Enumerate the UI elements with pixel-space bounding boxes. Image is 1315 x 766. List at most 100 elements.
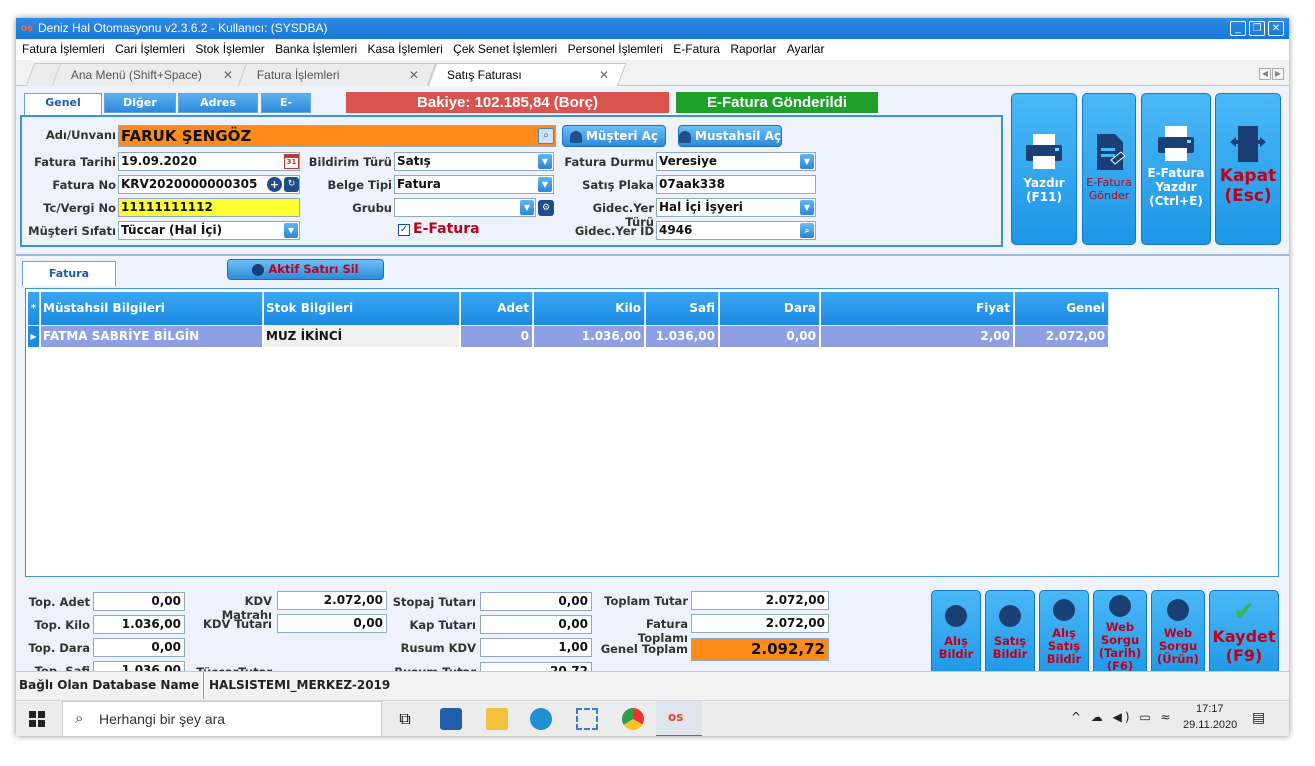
tab-adres-bilgileri[interactable]: Adres Bilgileri [178, 93, 258, 127]
chevron-down-icon[interactable]: ▼ [538, 177, 552, 192]
delete-active-row-button[interactable]: Aktif Satırı Sil [227, 259, 384, 280]
save-button[interactable]: ✔ Kaydet (F9) [1209, 590, 1279, 682]
group-select[interactable]: ▼ [394, 198, 536, 217]
edge-icon[interactable] [530, 708, 552, 730]
menu-kasa[interactable]: Kasa İşlemleri [367, 42, 442, 56]
notice-type-label: Bildirim Türü [308, 155, 392, 169]
col-total[interactable]: Genel Toplam [1015, 292, 1109, 348]
network-app-icon[interactable] [576, 708, 598, 730]
cell-price[interactable]: 2,00 [821, 326, 1014, 347]
group-edit-icon[interactable]: ⚙ [538, 200, 554, 216]
cell-dara[interactable]: 0,00 [720, 326, 820, 347]
menu-fatura[interactable]: Fatura İşlemleri [22, 42, 105, 56]
alis-satis-label-c: Bildir [1046, 652, 1082, 666]
task-view-icon[interactable]: ⧉ [394, 708, 416, 730]
doc-type-select[interactable]: Fatura ▼ [394, 175, 554, 194]
dest-type-select[interactable]: Hal İçi İşyeri ▼ [656, 198, 816, 217]
close-tab-icon[interactable]: ✕ [599, 64, 609, 86]
tab-scroll-left-icon[interactable]: ◀ [1259, 68, 1271, 80]
col-qty[interactable]: Adet [461, 292, 533, 325]
customer-open-button[interactable]: Müşteri Aç [562, 125, 666, 147]
tab-fatura-hareket[interactable]: Fatura Hareket [22, 261, 116, 304]
globe-search-icon [1167, 599, 1189, 621]
cell-total[interactable]: 2.072,00 [1015, 326, 1109, 347]
system-tray-icons[interactable]: ^ ☁ ◀) ▭ ≈ [1071, 710, 1174, 724]
add-icon[interactable]: + [267, 177, 282, 192]
col-kilo[interactable]: Kilo [534, 292, 645, 325]
menu-efatura[interactable]: E-Fatura [673, 42, 720, 56]
menu-personel[interactable]: Personel İşlemleri [568, 42, 663, 56]
notification-icon[interactable]: ▤ [1252, 710, 1265, 726]
close-tab-icon[interactable]: ✕ [223, 64, 233, 86]
tab-efatura[interactable]: E-Fatura [261, 93, 311, 127]
tax-no-field[interactable]: 11111111112 [118, 198, 300, 217]
menu-raporlar[interactable]: Raporlar [730, 42, 776, 56]
col-safi[interactable]: Safi [646, 292, 719, 325]
efatura-checkbox[interactable]: ✓ [398, 224, 410, 236]
dest-id-field[interactable]: 4946 ⌕ [656, 221, 816, 240]
name-field[interactable]: FARUK ŞENGÖZ [118, 125, 556, 147]
tab-scroll-right-icon[interactable]: ▶ [1272, 68, 1284, 80]
chevron-down-icon[interactable]: ▼ [284, 223, 298, 238]
col-producer[interactable]: Müstahsil Bilgileri [41, 292, 263, 325]
search-icon[interactable]: ⌕ [538, 128, 554, 144]
tab-fatura-islemleri[interactable]: Fatura İşlemleri ✕ [237, 63, 437, 86]
customer-type-select[interactable]: Tüccar (Hal İçi) ▼ [118, 221, 300, 240]
cell-producer[interactable]: FATMA SABRİYE BİLGİN [41, 326, 263, 347]
toplam-label: Toplam Tutar [604, 594, 688, 608]
close-window-button[interactable]: ✕ [1268, 21, 1284, 36]
web-sorgu-urun-button[interactable]: Web Sorgu (Ürün) [1151, 590, 1205, 682]
plate-field[interactable]: 07aak338 [656, 175, 816, 194]
search-icon[interactable]: ⌕ [800, 223, 814, 238]
app-taskbar-item[interactable]: os [656, 701, 702, 736]
chevron-down-icon[interactable]: ▼ [520, 200, 534, 215]
producer-open-button[interactable]: Mustahsil Aç [678, 125, 782, 147]
file-explorer-icon[interactable] [486, 708, 508, 730]
menu-stok[interactable]: Stok İşlemler [195, 42, 264, 56]
col-dara[interactable]: Dara [720, 292, 820, 325]
invoice-date-field[interactable]: 19.09.2020 [118, 152, 300, 171]
tab-diger-bilgiler[interactable]: Diğer Bilgiler [104, 93, 176, 127]
cell-stock[interactable]: MUZ İKİNCİ [264, 326, 460, 347]
satis-bildir-button[interactable]: Satış Bildir [985, 590, 1035, 682]
efatura-send-button[interactable]: E-Fatura Gönder [1082, 93, 1136, 245]
chevron-down-icon[interactable]: ▼ [538, 154, 552, 169]
menu-ayarlar[interactable]: Ayarlar [787, 42, 825, 56]
print-button[interactable]: Yazdır (F11) [1011, 93, 1077, 245]
maximize-button[interactable]: ❐ [1249, 21, 1265, 36]
close-tab-icon[interactable]: ✕ [409, 64, 419, 86]
db-name-value: HALSISTEMI_MERKEZ-2019 [209, 678, 391, 692]
tab-ana-menu[interactable]: Ana Menü (Shift+Space) ✕ [51, 63, 251, 86]
col-stock[interactable]: Stok Bilgileri [264, 292, 460, 325]
chrome-icon[interactable] [622, 708, 644, 730]
efatura-send-label-b: Gönder [1088, 189, 1130, 202]
alis-bildir-button[interactable]: Alış Bildir [931, 590, 981, 682]
tab-genel-bilgiler[interactable]: Genel Bilgiler [24, 93, 102, 127]
minimize-button[interactable]: _ [1230, 21, 1246, 36]
close-button[interactable]: Kapat (Esc) [1215, 93, 1281, 245]
chevron-down-icon[interactable]: ▼ [800, 154, 814, 169]
efatura-print-button[interactable]: E-Fatura Yazdır (Ctrl+E) [1141, 93, 1211, 245]
menu-cek-senet[interactable]: Çek Senet İşlemleri [453, 42, 557, 56]
chevron-down-icon[interactable]: ▼ [800, 200, 814, 215]
mail-icon[interactable] [440, 708, 462, 730]
col-price[interactable]: Fiyat [821, 292, 1014, 325]
tab-satis-faturasi[interactable]: Satış Faturası ✕ [427, 63, 627, 87]
alis-satis-bildir-button[interactable]: Alış Satış Bildir [1039, 590, 1089, 682]
menu-cari[interactable]: Cari İşlemleri [115, 42, 185, 56]
notice-type-select[interactable]: Satış ▼ [394, 152, 554, 171]
menu-banka[interactable]: Banka İşlemleri [275, 42, 357, 56]
status-divider [203, 672, 204, 699]
kap-label: Kap Tutarı [409, 618, 476, 632]
section-divider [16, 254, 1289, 256]
refresh-icon[interactable]: ↻ [284, 177, 299, 192]
taskbar-search-box[interactable]: ⌕ Herhangi bir şey ara [62, 701, 382, 736]
cell-qty[interactable]: 0 [461, 326, 533, 347]
cell-safi[interactable]: 1.036,00 [646, 326, 719, 347]
web-sorgu-tarih-button[interactable]: Web Sorgu (Tarih) (F6) [1093, 590, 1147, 682]
windows-start-icon[interactable] [29, 711, 45, 727]
cell-kilo[interactable]: 1.036,00 [534, 326, 645, 347]
calendar-icon[interactable]: 31 [284, 154, 299, 169]
top-adet-field: 0,00 [93, 592, 185, 611]
status-select[interactable]: Veresiye ▼ [656, 152, 816, 171]
